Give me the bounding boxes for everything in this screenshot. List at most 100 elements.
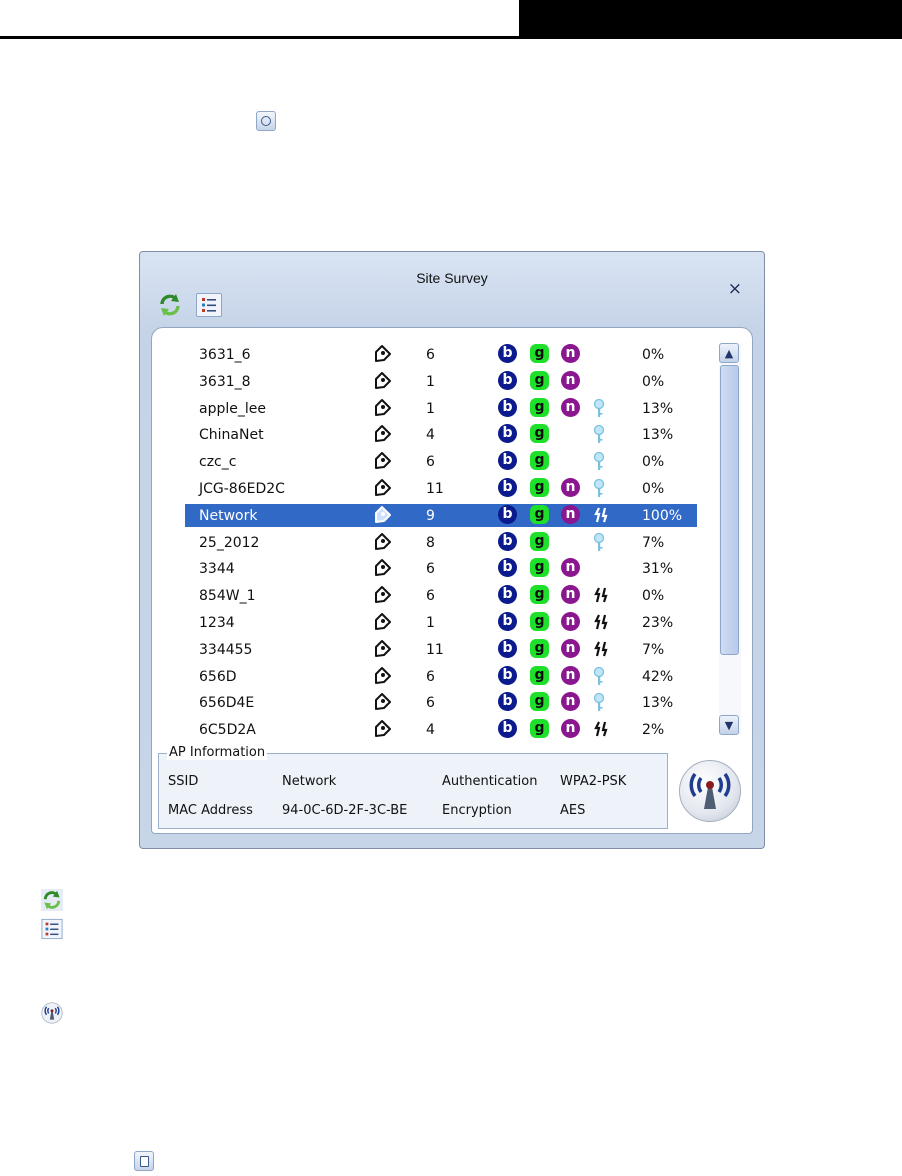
mode-b-icon: b bbox=[498, 504, 517, 524]
network-channel: 11 bbox=[426, 481, 444, 497]
network-row[interactable]: 656D 6 b g n 42% bbox=[152, 664, 717, 690]
mode-g-icon: g bbox=[530, 612, 549, 631]
header-rule bbox=[0, 36, 902, 39]
network-signal: 31% bbox=[642, 561, 674, 578]
mode-n-icon: n bbox=[561, 558, 580, 578]
network-ssid: Network bbox=[199, 507, 258, 524]
ssid-value: Network bbox=[282, 774, 337, 789]
mode-g-icon: g bbox=[530, 370, 549, 390]
mode-n-icon: n bbox=[561, 397, 580, 417]
mode-b-icon: b bbox=[498, 344, 517, 363]
network-ssid: 854W_1 bbox=[199, 588, 256, 605]
mode-n-icon: n bbox=[561, 692, 580, 712]
network-channel: 6 bbox=[426, 454, 435, 471]
close-icon[interactable]: × bbox=[728, 279, 742, 299]
network-signal: 100% bbox=[642, 507, 683, 524]
header-box bbox=[516, 0, 902, 36]
network-row[interactable]: JCG-86ED2C 11 b g n 0% bbox=[152, 476, 717, 502]
network-list: 3631_6 6 b g n 0% 3631_8 1 b g n 0% apple_lee 1 b g n 13%… bbox=[152, 328, 717, 739]
network-channel: 8 bbox=[426, 534, 435, 551]
encryption-value: AES bbox=[560, 803, 586, 818]
network-channel: 11 bbox=[426, 641, 444, 658]
mode-b-icon: b bbox=[498, 558, 517, 578]
network-ssid: 3344 bbox=[199, 561, 235, 578]
wireless-connect-button[interactable] bbox=[679, 760, 741, 822]
network-row[interactable]: 3344 6 b g n 31% bbox=[152, 556, 717, 582]
mode-b-icon: b bbox=[498, 665, 517, 685]
network-type-icon bbox=[372, 531, 394, 553]
scroll-down-button[interactable]: ▼ bbox=[719, 715, 739, 735]
mode-b-icon: b bbox=[498, 612, 517, 631]
network-signal: 0% bbox=[642, 373, 665, 390]
network-row[interactable]: 6C5D2A 4 b g n 2% bbox=[152, 717, 717, 743]
network-signal: 13% bbox=[642, 427, 674, 444]
network-signal: 0% bbox=[642, 588, 665, 605]
key-icon bbox=[592, 532, 606, 559]
network-type-icon bbox=[372, 370, 394, 392]
network-signal: 13% bbox=[642, 695, 674, 712]
wps-icon bbox=[592, 639, 612, 664]
network-signal: 7% bbox=[642, 641, 665, 658]
network-row[interactable]: 854W_1 6 b g n 0% bbox=[152, 583, 717, 609]
mode-n-icon: n bbox=[561, 612, 580, 631]
mode-b-icon: b bbox=[498, 585, 517, 605]
scroll-up-button[interactable]: ▲ bbox=[719, 343, 739, 363]
network-ssid: 1234 bbox=[199, 615, 235, 631]
mode-n-icon: n bbox=[561, 370, 580, 390]
network-channel: 6 bbox=[426, 668, 435, 685]
network-ssid: ChinaNet bbox=[199, 427, 264, 444]
mode-g-icon: g bbox=[530, 638, 549, 658]
mac-address-label: MAC Address bbox=[168, 803, 253, 818]
network-row[interactable]: Network 9 b g n 100% bbox=[152, 503, 717, 529]
network-signal: 23% bbox=[642, 615, 674, 631]
network-ssid: czc_c bbox=[199, 454, 237, 471]
network-ssid: 656D4E bbox=[199, 695, 255, 712]
authentication-label: Authentication bbox=[442, 774, 538, 789]
network-row[interactable]: apple_lee 1 b g n 13% bbox=[152, 396, 717, 422]
mode-b-icon: b bbox=[498, 692, 517, 712]
network-type-icon bbox=[372, 691, 394, 713]
mode-b-icon: b bbox=[498, 424, 517, 444]
scroll-thumb[interactable] bbox=[720, 365, 739, 655]
network-row[interactable]: czc_c 6 b g 0% bbox=[152, 449, 717, 475]
network-signal: 0% bbox=[642, 347, 665, 363]
mode-g-icon: g bbox=[530, 344, 549, 363]
network-type-icon bbox=[372, 557, 394, 579]
network-type-icon bbox=[372, 584, 394, 606]
network-row[interactable]: 3631_8 1 b g n 0% bbox=[152, 369, 717, 395]
ap-information-legend: AP Information bbox=[167, 745, 268, 760]
network-type-icon bbox=[372, 611, 394, 633]
network-type-icon bbox=[372, 397, 394, 419]
network-row[interactable]: ChinaNet 4 b g 13% bbox=[152, 422, 717, 448]
network-channel: 6 bbox=[426, 561, 435, 578]
mode-b-icon: b bbox=[498, 397, 517, 417]
network-channel: 9 bbox=[426, 507, 435, 524]
network-list-panel: 3631_6 6 b g n 0% 3631_8 1 b g n 0% apple_lee 1 b g n 13%… bbox=[151, 327, 753, 834]
mode-b-icon: b bbox=[498, 719, 517, 739]
refresh-icon[interactable] bbox=[157, 292, 183, 318]
mode-g-icon: g bbox=[530, 692, 549, 712]
network-row[interactable]: 25_2012 8 b g 7% bbox=[152, 530, 717, 556]
network-type-icon bbox=[372, 638, 394, 660]
scrollbar[interactable]: ▲ ▼ bbox=[719, 343, 741, 735]
network-channel: 1 bbox=[426, 400, 435, 417]
mode-b-icon: b bbox=[498, 478, 517, 497]
list-icon[interactable] bbox=[196, 293, 222, 317]
network-type-icon bbox=[372, 343, 394, 365]
network-row[interactable]: 334455 11 b g n 7% bbox=[152, 637, 717, 663]
network-row[interactable]: 3631_6 6 b g n 0% bbox=[152, 342, 717, 368]
network-row[interactable]: 656D4E 6 b g n 13% bbox=[152, 690, 717, 716]
mode-g-icon: g bbox=[530, 451, 549, 471]
network-channel: 4 bbox=[426, 722, 435, 739]
network-signal: 2% bbox=[642, 722, 665, 739]
key-icon bbox=[592, 451, 606, 478]
key-icon bbox=[592, 424, 606, 451]
network-signal: 0% bbox=[642, 454, 665, 471]
wireless-connect-icon bbox=[41, 1002, 63, 1024]
mode-b-icon: b bbox=[498, 638, 517, 658]
mode-n-icon: n bbox=[561, 719, 580, 739]
network-row[interactable]: 1234 1 b g n 23% bbox=[152, 610, 717, 636]
mode-g-icon: g bbox=[530, 531, 549, 551]
network-type-icon bbox=[372, 718, 394, 740]
mac-address-value: 94-0C-6D-2F-3C-BE bbox=[282, 803, 408, 818]
